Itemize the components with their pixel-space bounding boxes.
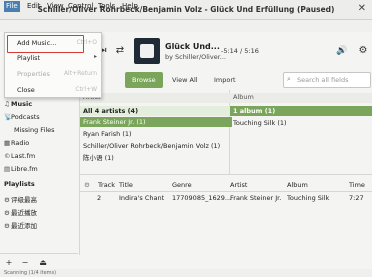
- shortcut-properties: Alt+Return: [63, 70, 97, 77]
- menu-item-close[interactable]: Close: [17, 86, 35, 94]
- shortcut-close: Ctrl+W: [75, 86, 97, 93]
- track-genre[interactable]: 17709085_1629...: [172, 194, 231, 202]
- status-bar: Scanning (1/4 items): [0, 269, 372, 277]
- playlist-item[interactable]: ⚙最近添加: [4, 220, 37, 230]
- column-header-title[interactable]: Title: [119, 181, 133, 189]
- song-artist: by Schiller/Oliver...: [165, 53, 226, 61]
- music-note-icon: ♫: [4, 100, 10, 108]
- sidebar-item-librefm[interactable]: ▤Libre.fm: [4, 165, 38, 173]
- sidebar-item-missing-files[interactable]: Missing Files: [14, 126, 55, 134]
- album-row[interactable]: Touching Silk (1): [230, 118, 372, 128]
- smart-playlist-icon: ⚙: [4, 196, 10, 204]
- album-cover: [134, 38, 160, 64]
- sidebar-item-podcasts[interactable]: 📡Podcasts: [4, 113, 40, 121]
- divider: [80, 174, 372, 175]
- album-row[interactable]: 1 album (1): [230, 106, 372, 116]
- menu-bar: [0, 20, 372, 32]
- remove-playlist-button[interactable]: −: [20, 258, 30, 268]
- close-icon[interactable]: ✕: [358, 3, 366, 14]
- menu-tools[interactable]: Tools: [96, 1, 117, 12]
- search-icon: ⌕: [287, 75, 291, 83]
- track-album[interactable]: Touching Silk: [287, 194, 329, 202]
- column-header-artist[interactable]: Artist: [230, 181, 247, 189]
- time-display: -5:14 / 5:16: [221, 47, 259, 55]
- column-header-genre[interactable]: Genre: [172, 181, 192, 189]
- search-placeholder: Search all fields: [297, 76, 349, 84]
- artist-row[interactable]: Schiller/Oliver Rohrbeck/Benjamin Volz (…: [80, 141, 232, 151]
- playlist-item[interactable]: ⚙评级最高: [4, 194, 37, 204]
- album-column-header[interactable]: Album: [230, 93, 372, 103]
- column-options-icon[interactable]: ⚙: [84, 181, 90, 189]
- artist-row[interactable]: All 4 artists (4): [80, 106, 232, 116]
- status-text: Scanning (1/4 items): [4, 270, 57, 276]
- menu-item-playlist[interactable]: Playlist: [17, 54, 40, 62]
- artist-row[interactable]: Frank Steiner Jr. (1): [80, 117, 232, 127]
- highlight-callout: [7, 35, 84, 53]
- song-title: Glück Und...: [165, 42, 220, 51]
- podcast-icon: 📡: [4, 113, 13, 121]
- eject-icon[interactable]: ⏏: [38, 258, 48, 268]
- track-artist[interactable]: Frank Steiner Jr.: [230, 194, 281, 202]
- menu-control[interactable]: Control: [66, 1, 95, 12]
- gear-icon[interactable]: ⚙: [356, 44, 370, 58]
- menu-help[interactable]: Help: [120, 1, 140, 12]
- column-header-album[interactable]: Album: [287, 181, 308, 189]
- tab-browse[interactable]: Browse: [125, 72, 163, 88]
- menu-item-properties[interactable]: Properties: [17, 70, 50, 78]
- tab-import[interactable]: Import: [207, 72, 243, 88]
- artist-column-header[interactable]: Artist: [80, 93, 232, 103]
- track-title[interactable]: Indira's Chant: [119, 194, 164, 202]
- tab-view-all[interactable]: View All: [165, 72, 205, 88]
- playlist-item[interactable]: ⚙最近播放: [4, 207, 37, 217]
- librefm-icon: ▤: [4, 165, 11, 173]
- menu-edit[interactable]: Edit: [25, 1, 43, 12]
- lastfm-icon: ©: [4, 152, 11, 160]
- volume-icon[interactable]: 🔊: [335, 44, 349, 58]
- submenu-arrow-icon: ▸: [93, 53, 97, 60]
- smart-playlist-icon: ⚙: [4, 209, 10, 217]
- add-playlist-button[interactable]: +: [4, 258, 14, 268]
- menu-file[interactable]: File: [4, 1, 20, 12]
- column-header-track[interactable]: Track: [98, 181, 115, 189]
- shuffle-icon[interactable]: ⇄: [113, 44, 127, 58]
- column-header-time[interactable]: Time: [349, 181, 365, 189]
- menu-view[interactable]: View: [45, 1, 66, 12]
- track-time[interactable]: 7:27: [349, 194, 364, 202]
- track-number[interactable]: 2: [97, 194, 101, 202]
- radio-icon: ▦: [4, 139, 11, 147]
- divider: [0, 253, 78, 254]
- sidebar-item-music[interactable]: ♫Music: [4, 100, 32, 108]
- divider: [80, 191, 372, 192]
- search-input[interactable]: ⌕ Search all fields: [283, 72, 371, 88]
- playlists-heading: Playlists: [4, 180, 35, 188]
- artist-row[interactable]: 陈小语 (1): [80, 153, 232, 163]
- sidebar-item-lastfm[interactable]: ©Last.fm: [4, 152, 35, 160]
- artist-row[interactable]: Ryan Farish (1): [80, 129, 232, 139]
- smart-playlist-icon: ⚙: [4, 222, 10, 230]
- sidebar-item-radio[interactable]: ▦Radio: [4, 139, 29, 147]
